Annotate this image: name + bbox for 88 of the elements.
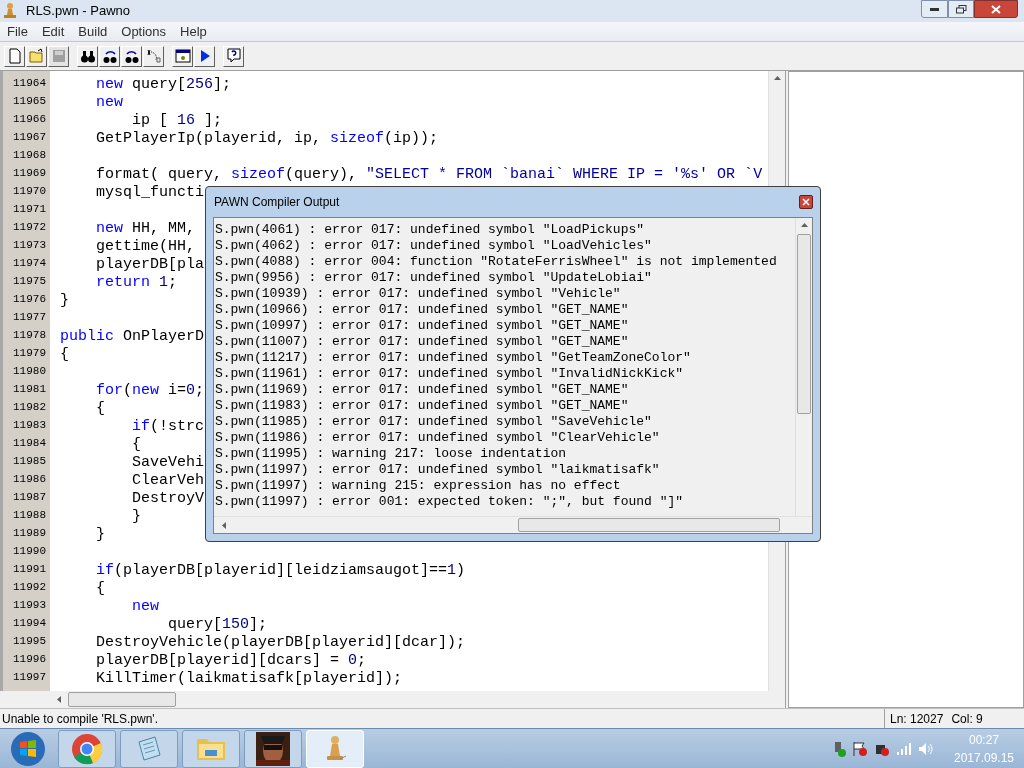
line-number: 11976 [12,292,47,307]
line-number: 11983 [12,418,47,433]
line-number: 11975 [12,274,47,289]
line-number: 11979 [12,346,47,361]
line-number: 11972 [12,220,47,235]
line-indicator: Ln: 12027 [890,710,944,728]
line-number: 11971 [12,202,47,217]
code-line: if(playerDB[playerid][leidziamsaugot]==1) [95,562,466,579]
column-indicator: Col: 9 [951,710,983,728]
compiler-message: S.pwn(4062) : error 017: undefined symbol "LoadVehicles" [215,238,653,254]
compiler-message: S.pwn(11983) : error 017: undefined symbol "GET_NAME" [215,398,630,414]
status-message: Unable to compile 'RLS.pwn'. [1,710,159,728]
line-number: 11977 [12,310,47,325]
line-number: 11997 [12,670,47,685]
code-line: } [60,292,69,309]
line-number: 11986 [12,472,47,487]
compiler-message: S.pwn(11995) : warning 217: loose indentation [215,446,568,462]
line-number: 11995 [12,634,47,649]
line-number: 11990 [12,544,47,559]
compiler-message: S.pwn(11969) : error 017: undefined symbol "GET_NAME" [215,382,630,398]
compiler-message: S.pwn(11997) : error 017: undefined symbol "laikmatisafk" [215,462,661,478]
code-line: gettime(HH, [95,238,196,255]
compiler-message: S.pwn(11985) : error 017: undefined symbol "SaveVehicle" [215,414,653,430]
clock-date: 2017.09.15 [953,749,1015,767]
code-line: format( query, sizeof(query), "SELECT * FROM `banai` WHERE IP = '%s' OR `V [95,166,763,183]
line-number: 11973 [12,238,47,253]
line-number: 11964 [12,76,47,91]
code-line: GetPlayerIp(playerid, ip, sizeof(ip)); [95,130,439,147]
line-number: 11989 [12,526,47,541]
code-line: public OnPlayerD [60,328,205,345]
compiler-message: S.pwn(9956) : error 017: undefined symbol "UpdateLobiai" [215,270,653,286]
code-line: playerDB[playerid][dcars] = 0; [95,652,367,669]
line-number: 11991 [12,562,47,577]
code-line: { [95,400,105,417]
compiler-message: S.pwn(11217) : error 017: undefined symbol "GetTeamZoneColor" [215,350,692,366]
code-line: ip [ 16 ]; [131,112,223,129]
compiler-message: S.pwn(11961) : error 017: undefined symbol "InvalidNickKick" [215,366,685,382]
code-line: playerDB[pla [95,256,205,273]
line-number: 11968 [12,148,47,163]
dialog-title: PAWN Compiler Output [213,194,340,211]
line-number: 11965 [12,94,47,109]
compiler-message: S.pwn(11997) : warning 215: expression has no effect [215,478,622,494]
code-line: } [131,508,141,525]
code-line: DestroyV [131,490,204,507]
code-line: new query[256]; [95,76,232,93]
code-line: mysql_functi [95,184,205,201]
code-line: KillTimer(laikmatisafk[playerid]); [95,670,403,687]
code-line: { [131,436,141,453]
line-number: 11978 [12,328,47,343]
line-number: 11987 [12,490,47,505]
code-line: if(!strc [131,418,205,435]
line-number: 11970 [12,184,47,199]
line-number: 11981 [12,382,47,397]
code-line: for(new i=0; [95,382,205,399]
line-number: 11982 [12,400,47,415]
line-number: 11985 [12,454,47,469]
line-number: 11988 [12,508,47,523]
code-line: } [95,526,105,543]
code-line: { [95,580,105,597]
code-line: new [95,94,123,111]
compiler-message: S.pwn(11986) : error 017: undefined symbol "ClearVehicle" [215,430,661,446]
compiler-message: S.pwn(10997) : error 017: undefined symbol "GET_NAME" [215,318,630,334]
code-line: new [131,598,159,615]
compiler-message: S.pwn(11007) : error 017: undefined symbol "GET_NAME" [215,334,630,350]
line-number: 11967 [12,130,47,145]
compiler-message: S.pwn(10966) : error 017: undefined symbol "GET_NAME" [215,302,630,318]
code-line: SaveVehi [131,454,204,471]
line-number: 11969 [12,166,47,181]
line-number: 11992 [12,580,47,595]
code-line: return 1; [95,274,178,291]
line-number: 11974 [12,256,47,271]
compiler-message: S.pwn(11997) : error 001: expected token: ";", but found "]" [215,494,685,510]
line-number: 11993 [12,598,47,613]
compiler-message: S.pwn(4061) : error 017: undefined symbol "LoadPickups" [215,222,646,238]
window-title: RLS.pwn - Pawno [26,2,131,21]
code-line: new HH, MM, [95,220,196,237]
clock-time: 00:27 [969,731,999,749]
line-number: 11994 [12,616,47,631]
compiler-message: S.pwn(10939) : error 017: undefined symbol "Vehicle" [215,286,622,302]
line-number: 11996 [12,652,47,667]
compiler-message: S.pwn(4088) : error 004: function "RotateFerrisWheel" is not implemented [215,254,778,270]
code-line: ClearVeh [131,472,204,489]
line-number: 11966 [12,112,47,127]
code-line: query[150]; [167,616,268,633]
code-line: { [60,346,69,363]
line-number: 11980 [12,364,47,379]
line-number: 11984 [12,436,47,451]
code-line: DestroyVehicle(playerDB[playerid][dcar]); [95,634,466,651]
